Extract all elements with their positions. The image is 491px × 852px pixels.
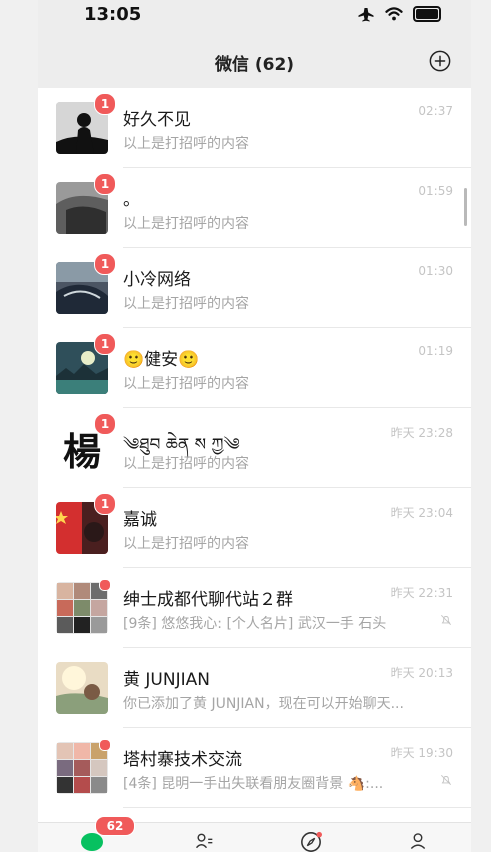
chat-time: 01:30 <box>418 264 453 278</box>
chat-row[interactable]: 楊 1 ༄ཐུབ ཆེན ས ཀྱ༄ 以上是打招呼的内容 昨天 23:28 <box>38 408 471 488</box>
tab-chats[interactable] <box>80 831 103 851</box>
tab-unread-badge: 62 <box>95 816 135 836</box>
chat-preview: 以上是打招呼的内容 <box>123 216 249 232</box>
chat-name: 塔村寨技术交流 <box>123 750 242 770</box>
status-time: 13:05 <box>84 4 142 25</box>
chat-row[interactable]: 塔村寨技术交流 [4条] 昆明一手出失联看朋友圈背景 🐴:... 昨天 19:3… <box>38 728 471 808</box>
chat-row[interactable]: 1 小冷网络 以上是打招呼的内容 01:30 <box>38 248 471 328</box>
status-icons <box>357 5 441 23</box>
unread-badge: 1 <box>94 93 116 115</box>
chat-preview: [9条] 悠悠我心: [个人名片] 武汉一手 石头 <box>123 616 387 632</box>
chat-time: 02:37 <box>418 104 453 118</box>
chat-row[interactable]: 绅士成都代聊代站２群 [9条] 悠悠我心: [个人名片] 武汉一手 石头 昨天 … <box>38 568 471 648</box>
airplane-icon <box>358 8 374 22</box>
unread-badge: 1 <box>94 413 116 435</box>
tab-bar: 62 <box>38 816 471 852</box>
unread-dot <box>99 739 111 751</box>
chat-preview: 以上是打招呼的内容 <box>123 456 249 472</box>
avatar <box>56 662 108 714</box>
chat-row[interactable]: 1 🙂健安🙂 以上是打招呼的内容 01:19 <box>38 328 471 408</box>
chat-preview: 你已添加了黄 JUNJIAN，现在可以开始聊天... <box>123 696 404 712</box>
tab-discover[interactable] <box>300 831 322 852</box>
chat-name: 黄 JUNJIAN <box>123 670 210 690</box>
chat-row[interactable]: 1 嘉诚 以上是打招呼的内容 昨天 23:04 <box>38 488 471 568</box>
profile-icon <box>410 833 426 850</box>
chat-time: 昨天 22:31 <box>390 586 453 600</box>
chat-name: 绅士成都代聊代站２群 <box>123 590 293 610</box>
chat-name: 小冷网络 <box>123 270 191 290</box>
chat-preview: 以上是打招呼的内容 <box>123 536 249 552</box>
screen: 13:05 微信 (62) 1 好久不见 以上是打招呼的内容 02:37 1 。… <box>0 0 491 852</box>
mute-bell-icon <box>441 775 451 785</box>
compass-icon <box>301 831 322 852</box>
page-title: 微信 (62) <box>214 55 295 75</box>
chat-row[interactable]: 1 好久不见 以上是打招呼的内容 02:37 <box>38 88 471 168</box>
chat-time: 昨天 20:13 <box>390 666 453 680</box>
chat-row[interactable]: 1 。 以上是打招呼的内容 01:59 <box>38 168 471 248</box>
unread-badge: 1 <box>94 493 116 515</box>
chat-name: 。 <box>123 190 140 210</box>
chat-time: 01:19 <box>418 344 453 358</box>
chat-preview: 以上是打招呼的内容 <box>123 296 249 312</box>
chat-preview: [4条] 昆明一手出失联看朋友圈背景 🐴:... <box>123 776 384 792</box>
chat-row[interactable]: 黄 JUNJIAN 你已添加了黄 JUNJIAN，现在可以开始聊天... 昨天 … <box>38 648 471 728</box>
chat-preview: 以上是打招呼的内容 <box>123 136 249 152</box>
unread-badge: 1 <box>94 333 116 355</box>
chat-time: 昨天 19:30 <box>390 746 453 760</box>
unread-badge: 1 <box>94 253 116 275</box>
right-background <box>471 0 491 852</box>
unread-dot <box>99 579 111 591</box>
chat-list[interactable]: 1 好久不见 以上是打招呼的内容 02:37 1 。 以上是打招呼的内容 01:… <box>38 88 471 823</box>
wifi-icon <box>385 7 403 21</box>
chat-name: 🙂健安🙂 <box>123 350 200 370</box>
unread-badge: 1 <box>94 173 116 195</box>
chat-preview: 以上是打招呼的内容 <box>123 376 249 392</box>
chat-time: 昨天 23:04 <box>390 506 453 520</box>
chat-name: 嘉诚 <box>123 510 157 530</box>
chat-time: 昨天 23:28 <box>390 426 453 440</box>
mute-bell-icon <box>441 615 451 625</box>
contacts-icon <box>195 833 213 849</box>
tab-contacts[interactable] <box>194 831 214 851</box>
chat-time: 01:59 <box>418 184 453 198</box>
left-background <box>0 0 38 852</box>
add-button[interactable] <box>429 50 451 72</box>
status-bar: 13:05 <box>38 0 471 30</box>
tab-me[interactable] <box>408 831 428 851</box>
wechat-panel: 13:05 微信 (62) 1 好久不见 以上是打招呼的内容 02:37 1 。… <box>38 0 471 852</box>
chat-name: 好久不见 <box>123 110 191 130</box>
top-nav: 微信 (62) <box>38 36 471 86</box>
scrollbar[interactable] <box>464 188 467 226</box>
battery-icon <box>413 6 441 22</box>
